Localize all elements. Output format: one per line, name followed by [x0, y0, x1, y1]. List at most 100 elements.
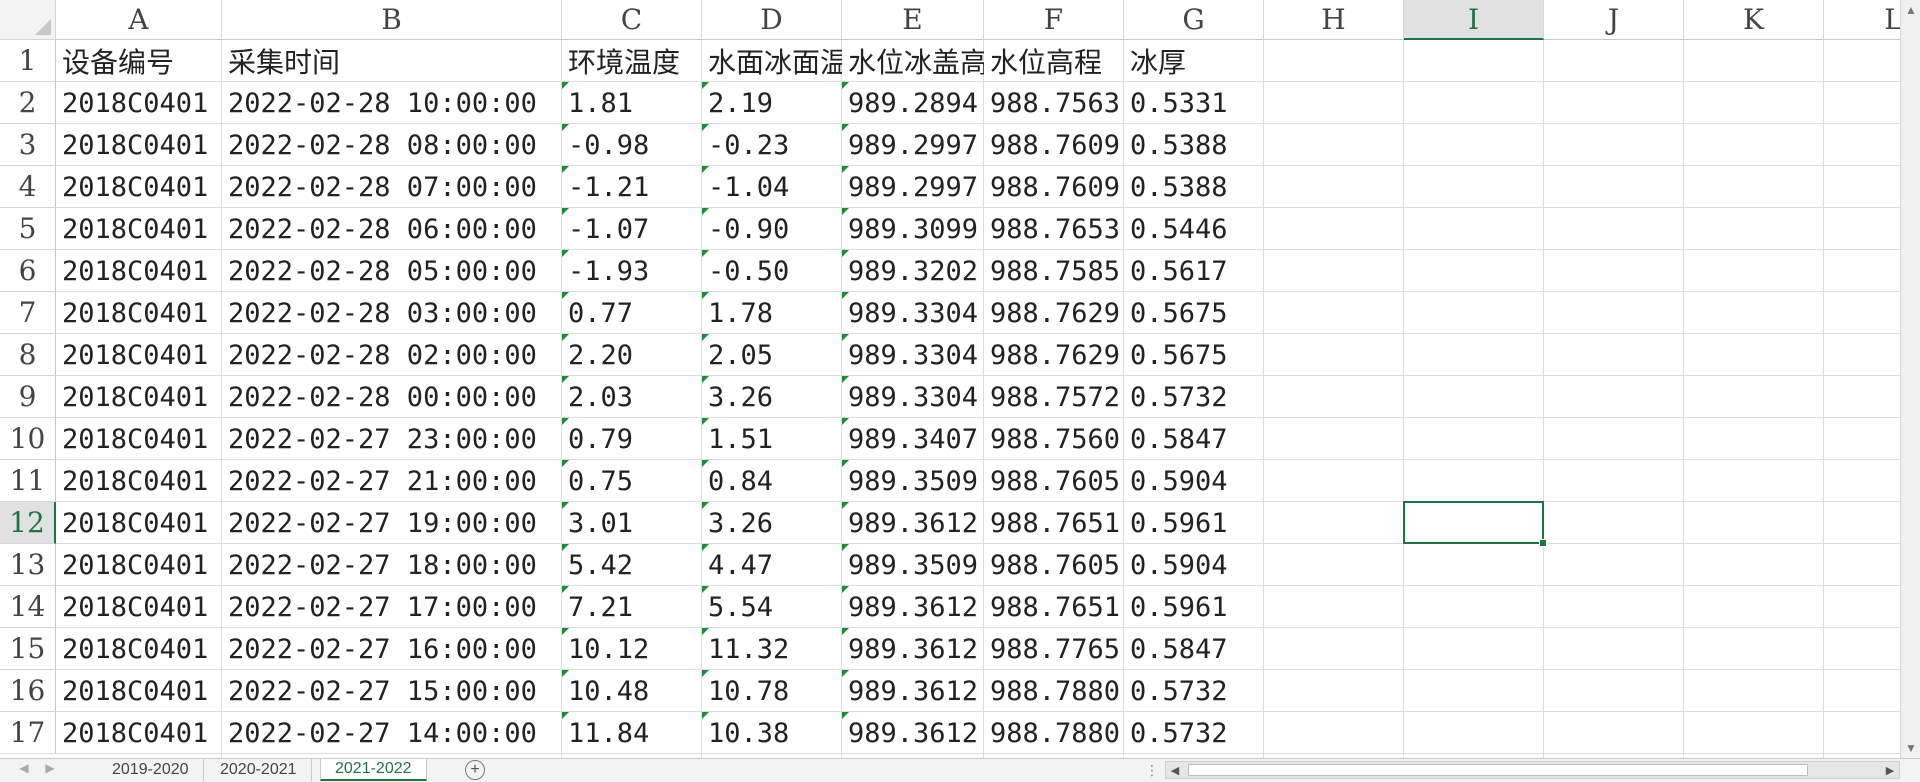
table-cell[interactable]: 989.2997 [842, 166, 984, 208]
table-cell[interactable]: 2018C0401 [56, 628, 222, 670]
table-cell[interactable]: 988.7572 [984, 376, 1124, 418]
horizontal-scroll-thumb[interactable] [1188, 764, 1808, 776]
row-header-7[interactable]: 7 [0, 292, 56, 334]
table-cell[interactable]: 0.5961 [1124, 502, 1264, 544]
table-cell[interactable]: 0.79 [562, 418, 702, 460]
table-cell[interactable]: 10.48 [562, 670, 702, 712]
row-header-10[interactable]: 10 [0, 418, 56, 460]
table-cell[interactable]: 5.42 [562, 544, 702, 586]
row-header-11[interactable]: 11 [0, 460, 56, 502]
row-header-15[interactable]: 15 [0, 628, 56, 670]
row-header-1[interactable]: 1 [0, 40, 56, 82]
table-cell[interactable]: 2022-02-27 15:00:00 [222, 670, 562, 712]
table-cell[interactable]: 2018C0401 [56, 208, 222, 250]
table-cell[interactable]: -0.90 [702, 208, 842, 250]
active-cell-selection[interactable] [1403, 501, 1547, 547]
column-header-h[interactable]: H [1264, 0, 1404, 40]
table-cell[interactable]: 989.3612 [842, 502, 984, 544]
table-cell[interactable]: 0.5331 [1124, 82, 1264, 124]
table-cell[interactable]: 988.7629 [984, 292, 1124, 334]
column-title-cell[interactable]: 冰厚 [1124, 40, 1264, 82]
spreadsheet-grid[interactable]: A B C D E F G H I J K L 1 设备编号 采集时间 环境温度 水面冰面温 水位冰盖高 水位高程冰… [0, 0, 1920, 758]
table-cell[interactable]: 10.12 [562, 628, 702, 670]
column-header-d[interactable]: D [702, 0, 842, 40]
table-cell[interactable]: 2018C0401 [56, 670, 222, 712]
table-cell[interactable]: 989.3304 [842, 376, 984, 418]
row-header-14[interactable]: 14 [0, 586, 56, 628]
table-cell[interactable]: 0.5904 [1124, 544, 1264, 586]
column-title-cell[interactable]: 水面冰面温 [702, 40, 842, 82]
table-cell[interactable]: -1.93 [562, 250, 702, 292]
table-cell[interactable]: -0.98 [562, 124, 702, 166]
table-cell[interactable]: 2022-02-27 19:00:00 [222, 502, 562, 544]
table-cell[interactable]: 2.19 [702, 82, 842, 124]
table-cell[interactable]: 989.3612 [842, 628, 984, 670]
table-cell[interactable]: 4.47 [702, 544, 842, 586]
table-cell[interactable]: 2022-02-27 17:00:00 [222, 586, 562, 628]
table-cell[interactable]: 2018C0401 [56, 586, 222, 628]
table-cell[interactable]: 989.3612 [842, 586, 984, 628]
table-cell[interactable]: 988.7651 [984, 586, 1124, 628]
horizontal-scrollbar[interactable]: ◀ ▶ [1165, 761, 1900, 779]
table-cell[interactable]: 2022-02-28 05:00:00 [222, 250, 562, 292]
table-cell[interactable]: 5.54 [702, 586, 842, 628]
table-cell[interactable]: 988.7651 [984, 502, 1124, 544]
row-header-3[interactable]: 3 [0, 124, 56, 166]
table-cell[interactable]: 2018C0401 [56, 334, 222, 376]
table-cell[interactable]: 0.5961 [1124, 586, 1264, 628]
table-cell[interactable]: 1.81 [562, 82, 702, 124]
table-cell[interactable]: 2018C0401 [56, 82, 222, 124]
table-cell[interactable]: -1.07 [562, 208, 702, 250]
table-cell[interactable]: 2018C0401 [56, 712, 222, 754]
table-cell[interactable]: 988.7629 [984, 334, 1124, 376]
column-header-c[interactable]: C [562, 0, 702, 40]
tab-scroll-left-icon[interactable]: ◀ [14, 761, 34, 775]
column-header-j[interactable]: J [1544, 0, 1684, 40]
table-cell[interactable]: 2022-02-27 23:00:00 [222, 418, 562, 460]
table-cell[interactable]: 988.7563 [984, 82, 1124, 124]
select-all-corner[interactable] [0, 0, 56, 40]
table-cell[interactable]: 988.7880 [984, 712, 1124, 754]
column-title-cell[interactable]: 水位高程 [984, 40, 1124, 82]
column-header-k[interactable]: K [1684, 0, 1824, 40]
scroll-down-icon[interactable]: ▼ [1903, 740, 1919, 756]
vertical-scrollbar[interactable]: ▲ ▼ [1900, 0, 1920, 758]
table-cell[interactable]: 3.26 [702, 376, 842, 418]
table-cell[interactable]: 2018C0401 [56, 292, 222, 334]
sheet-tab-2021-2022[interactable]: 2021-2022 [320, 759, 427, 781]
column-title-cell[interactable]: 水位冰盖高 [842, 40, 984, 82]
table-cell[interactable]: -1.21 [562, 166, 702, 208]
scroll-up-icon[interactable]: ▲ [1903, 2, 1919, 18]
table-cell[interactable]: 989.2997 [842, 124, 984, 166]
row-header-17[interactable]: 17 [0, 712, 56, 754]
table-cell[interactable]: 988.7560 [984, 418, 1124, 460]
table-cell[interactable]: 988.7653 [984, 208, 1124, 250]
row-header-5[interactable]: 5 [0, 208, 56, 250]
table-cell[interactable]: 989.3407 [842, 418, 984, 460]
table-cell[interactable]: 989.3099 [842, 208, 984, 250]
table-cell[interactable]: 3.01 [562, 502, 702, 544]
table-cell[interactable]: 989.2894 [842, 82, 984, 124]
table-cell[interactable]: 1.78 [702, 292, 842, 334]
table-cell[interactable]: 988.7765 [984, 628, 1124, 670]
table-cell[interactable]: 11.84 [562, 712, 702, 754]
row-header-12[interactable]: 12 [0, 502, 56, 544]
tab-scroll-right-icon[interactable]: ▶ [40, 761, 60, 775]
table-cell[interactable]: 989.3509 [842, 544, 984, 586]
table-cell[interactable]: 988.7880 [984, 670, 1124, 712]
table-cell[interactable]: 10.38 [702, 712, 842, 754]
column-header-i[interactable]: I [1404, 0, 1544, 40]
row-header-6[interactable]: 6 [0, 250, 56, 292]
table-cell[interactable]: 2022-02-28 02:00:00 [222, 334, 562, 376]
column-title-cell[interactable]: 设备编号 [56, 40, 222, 82]
table-cell[interactable]: 10.78 [702, 670, 842, 712]
table-cell[interactable]: 11.32 [702, 628, 842, 670]
table-cell[interactable]: 0.5617 [1124, 250, 1264, 292]
table-cell[interactable]: 3.26 [702, 502, 842, 544]
table-cell[interactable]: 2022-02-27 18:00:00 [222, 544, 562, 586]
table-cell[interactable]: -1.04 [702, 166, 842, 208]
column-header-f[interactable]: F [984, 0, 1124, 40]
table-cell[interactable]: 2018C0401 [56, 376, 222, 418]
table-cell[interactable]: 2.20 [562, 334, 702, 376]
table-cell[interactable]: 0.75 [562, 460, 702, 502]
